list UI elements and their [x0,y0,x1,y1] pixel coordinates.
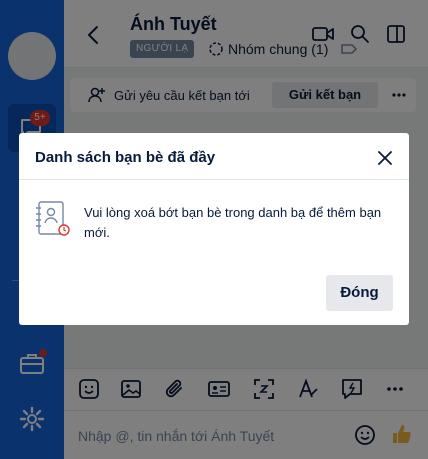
dialog-message: Vui lòng xoá bớt bạn bè trong danh bạ để… [84,205,382,240]
dialog-divider [19,179,409,180]
friend-list-full-dialog: Danh sách bạn bè đã đầy Vui lòng xoá bớt… [19,133,409,325]
contacts-book-icon [36,201,70,236]
close-icon[interactable] [375,148,395,168]
dialog-title: Danh sách bạn bè đã đầy [35,149,216,166]
dialog-close-button[interactable]: Đóng [326,275,393,311]
